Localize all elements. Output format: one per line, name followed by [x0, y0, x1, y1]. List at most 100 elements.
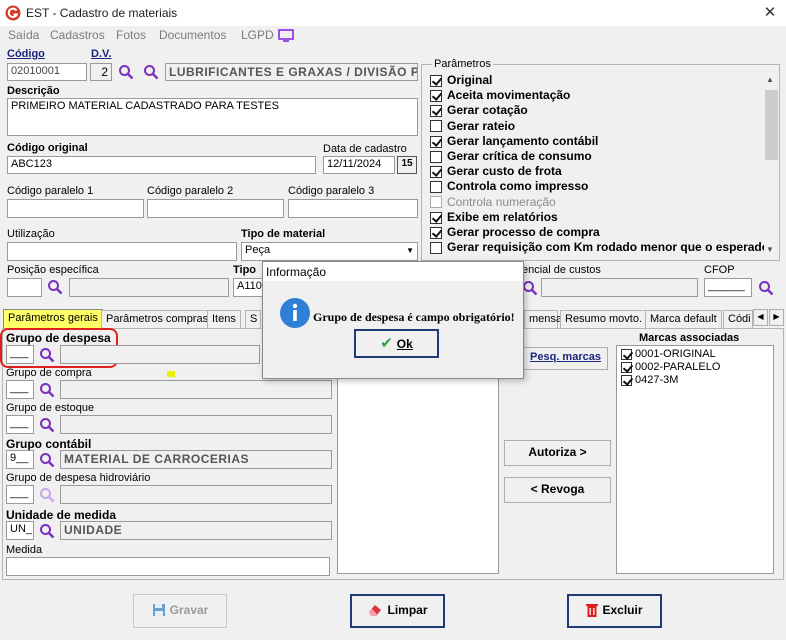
grupo-contabil-input[interactable]: 9__ — [6, 450, 34, 469]
utilizacao-input[interactable] — [7, 242, 237, 261]
scroll-thumb[interactable] — [765, 90, 778, 160]
checkbox-icon[interactable] — [430, 196, 442, 209]
checkbox-icon[interactable] — [430, 242, 442, 255]
search-icon[interactable] — [758, 280, 774, 296]
checkbox-icon[interactable] — [430, 211, 442, 224]
checkbox-icon[interactable] — [430, 74, 442, 87]
checkbox-icon[interactable] — [430, 226, 442, 239]
checkbox-icon[interactable] — [430, 120, 442, 133]
marca-item[interactable]: 0427-3M — [621, 374, 678, 386]
tab-parametros-compras[interactable]: Parâmetros compras — [101, 310, 214, 328]
menu-documentos[interactable]: Documentos — [159, 28, 226, 42]
descricao-input[interactable]: PRIMEIRO MATERIAL CADASTRADO PARA TESTES — [7, 98, 418, 136]
menu-saida[interactable]: Saída — [8, 28, 39, 42]
parametro-checkbox[interactable]: Controla como impresso — [430, 179, 588, 194]
parametro-checkbox[interactable]: Gerar requisição com Km rodado menor que… — [430, 240, 764, 255]
parametro-checkbox[interactable]: Controla numeração — [430, 195, 556, 210]
parametro-checkbox[interactable]: Gerar lançamento contábil — [430, 134, 598, 149]
dv-label: D.V. — [91, 48, 112, 60]
scroll-up-icon[interactable]: ▲ — [766, 75, 774, 84]
posicao-input[interactable] — [7, 278, 42, 297]
tab-marca-default[interactable]: Marca default — [645, 310, 722, 328]
parametro-checkbox[interactable]: Original — [430, 73, 492, 88]
parametros-scrollbar[interactable]: ▲ ▼ — [764, 73, 779, 259]
cfop-input[interactable]: ______ — [704, 278, 752, 297]
parametro-checkbox[interactable]: Exibe em relatórios — [430, 210, 558, 225]
close-icon[interactable]: ✕ — [760, 3, 780, 23]
grupo-hidro-input[interactable]: ___ — [6, 485, 34, 504]
search-icon[interactable] — [39, 487, 55, 503]
checkbox-icon[interactable] — [430, 181, 442, 194]
search-icon[interactable] — [39, 347, 55, 363]
posicao-label: Posição específica — [7, 264, 99, 276]
codigo-original-input[interactable]: ABC123 — [7, 156, 316, 174]
parametro-checkbox[interactable]: Gerar rateio — [430, 119, 515, 134]
medida-input[interactable] — [6, 557, 330, 576]
chevron-down-icon[interactable]: ▼ — [406, 246, 414, 255]
tab-s[interactable]: S — [245, 310, 261, 328]
tab-itens[interactable]: Itens — [207, 310, 241, 328]
checkbox-icon[interactable] — [430, 150, 442, 163]
dv-input[interactable]: 2 — [90, 63, 112, 81]
grupo-compra-input[interactable]: ___ — [6, 380, 34, 399]
parametro-label: Gerar processo de compra — [447, 225, 600, 239]
checkbox-icon[interactable] — [430, 135, 442, 148]
ok-button[interactable]: ✔ Ok — [354, 329, 439, 358]
checkbox-icon[interactable] — [621, 348, 632, 360]
grupo-despesa-input[interactable]: ___ — [6, 345, 34, 364]
revoga-button[interactable]: < Revoga — [504, 477, 611, 503]
grupo-hidro-description — [60, 485, 332, 504]
search-icon[interactable] — [522, 280, 538, 296]
tab-scroll-left-icon[interactable]: ◀ — [753, 309, 768, 326]
tab-codigos[interactable]: Códi — [723, 310, 753, 328]
search-icon[interactable] — [39, 382, 55, 398]
autoriza-button[interactable]: Autoriza > — [504, 440, 611, 466]
parametro-checkbox[interactable]: Gerar cotação — [430, 103, 528, 118]
tipo-material-select[interactable]: Peça ▼ — [241, 242, 418, 261]
search-icon[interactable] — [143, 64, 159, 80]
tab-mensal[interactable]: mensal — [524, 310, 564, 328]
calendar-icon[interactable]: 15 — [397, 156, 417, 174]
parametro-checkbox[interactable]: Gerar custo de frota — [430, 164, 562, 179]
grupo-contabil-description: MATERIAL DE CARROCERIAS — [60, 450, 332, 469]
search-icon[interactable] — [39, 523, 55, 539]
menu-lgpd[interactable]: LGPD — [241, 28, 274, 42]
marca-item[interactable]: 0002-PARALELO — [621, 361, 720, 373]
parametro-checkbox[interactable]: Aceita movimentação — [430, 88, 570, 103]
limpar-button[interactable]: Limpar — [350, 594, 445, 628]
menu-fotos[interactable]: Fotos — [116, 28, 146, 42]
checkbox-icon[interactable] — [430, 90, 442, 103]
marca-item[interactable]: 0001-ORIGINAL — [621, 348, 716, 360]
tab-parametros-gerais[interactable]: Parâmetros gerais — [3, 309, 103, 329]
marcas-list[interactable]: 0001-ORIGINAL 0002-PARALELO 0427-3M — [616, 345, 774, 574]
grupo-estoque-input[interactable]: ___ — [6, 415, 34, 434]
tab-resumo-movto[interactable]: Resumo movto. — [560, 310, 648, 328]
search-icon[interactable] — [47, 279, 63, 295]
monitor-icon[interactable] — [278, 29, 294, 42]
parametro-checkbox[interactable]: Gerar processo de compra — [430, 225, 600, 240]
data-cadastro-label: Data de cadastro — [323, 143, 407, 155]
excluir-button[interactable]: Excluir — [567, 594, 662, 628]
data-cadastro-input[interactable]: 12/11/2024 — [323, 156, 395, 174]
parametro-label: Exibe em relatórios — [447, 209, 558, 224]
search-icon[interactable] — [39, 417, 55, 433]
checkbox-icon[interactable] — [430, 105, 442, 118]
menu-cadastros[interactable]: Cadastros — [50, 28, 105, 42]
grupo-estoque-description — [60, 415, 332, 434]
checkbox-icon[interactable] — [621, 361, 632, 373]
gravar-button[interactable]: Gravar — [133, 594, 227, 628]
codigo-paralelo2-input[interactable] — [147, 199, 284, 218]
search-icon[interactable] — [118, 64, 134, 80]
codigo-paralelo1-input[interactable] — [7, 199, 144, 218]
scroll-down-icon[interactable]: ▼ — [766, 245, 774, 254]
checkbox-icon[interactable] — [621, 374, 632, 386]
codigo-paralelo3-input[interactable] — [288, 199, 418, 218]
checkbox-icon[interactable] — [430, 166, 442, 179]
tab-scroll-right-icon[interactable]: ▶ — [769, 309, 784, 326]
parametro-checkbox[interactable]: Gerar crítica de consumo — [430, 149, 592, 164]
pesq-marcas-button[interactable]: Pesq. marcas — [523, 347, 608, 370]
codigo-input[interactable]: 02010001 — [7, 63, 87, 81]
unidade-input[interactable]: UN_ — [6, 521, 34, 540]
tipo-input[interactable]: A110 — [233, 278, 263, 297]
search-icon[interactable] — [39, 452, 55, 468]
